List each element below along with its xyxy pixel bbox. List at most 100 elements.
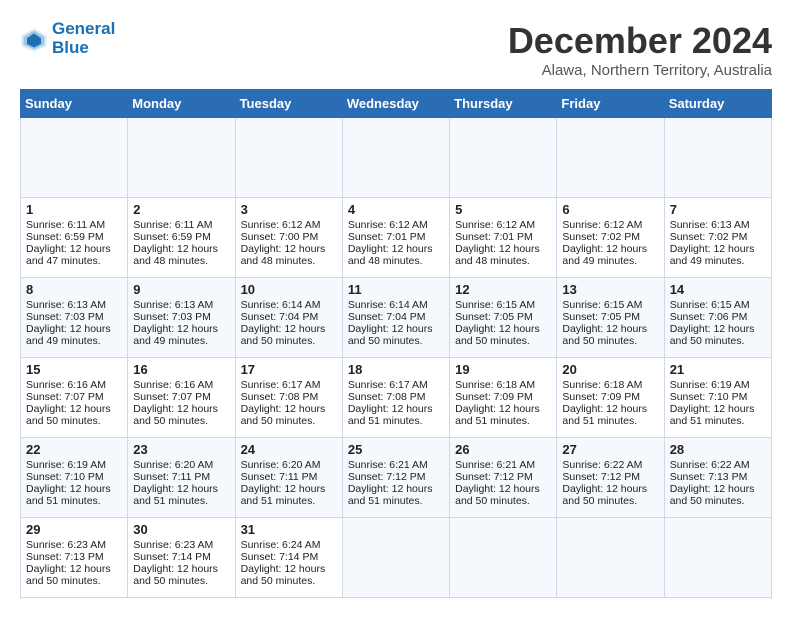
sunset-text: Sunset: 7:02 PM <box>562 231 640 243</box>
daylight-label: Daylight: 12 hours and 50 minutes. <box>562 483 647 507</box>
daylight-label: Daylight: 12 hours and 50 minutes. <box>133 563 218 587</box>
sunrise-text: Sunrise: 6:16 AM <box>133 379 213 391</box>
day-number: 2 <box>133 202 229 217</box>
day-number: 12 <box>455 282 551 297</box>
calendar-cell <box>450 118 557 198</box>
sunrise-text: Sunrise: 6:11 AM <box>26 219 105 231</box>
sunrise-text: Sunrise: 6:18 AM <box>455 379 535 391</box>
sunset-text: Sunset: 6:59 PM <box>26 231 104 243</box>
sunrise-text: Sunrise: 6:21 AM <box>455 459 535 471</box>
day-number: 9 <box>133 282 229 297</box>
calendar-cell: 26 Sunrise: 6:21 AMSunset: 7:12 PMDayligh… <box>450 438 557 518</box>
sunset-text: Sunset: 7:13 PM <box>670 471 748 483</box>
sunset-text: Sunset: 7:03 PM <box>26 311 104 323</box>
calendar-cell <box>21 118 128 198</box>
daylight-label: Daylight: 12 hours and 50 minutes. <box>133 403 218 427</box>
sunrise-text: Sunrise: 6:12 AM <box>562 219 642 231</box>
daylight-label: Daylight: 12 hours and 49 minutes. <box>670 243 755 267</box>
sunset-text: Sunset: 7:05 PM <box>562 311 640 323</box>
page-header: General Blue December 2024 Alawa, Northe… <box>20 20 772 79</box>
daylight-label: Daylight: 12 hours and 50 minutes. <box>241 403 326 427</box>
calendar-cell: 10Sunrise: 6:14 AMSunset: 7:04 PMDayligh… <box>235 278 342 358</box>
calendar-cell: 8Sunrise: 6:13 AMSunset: 7:03 PMDaylight… <box>21 278 128 358</box>
calendar-cell: 14Sunrise: 6:15 AMSunset: 7:06 PMDayligh… <box>664 278 771 358</box>
calendar-cell: 6Sunrise: 6:12 AMSunset: 7:02 PMDaylight… <box>557 198 664 278</box>
calendar-cell: 17Sunrise: 6:17 AMSunset: 7:08 PMDayligh… <box>235 358 342 438</box>
daylight-label: Daylight: 12 hours and 47 minutes. <box>26 243 111 267</box>
title-area: December 2024 Alawa, Northern Territory,… <box>508 20 772 79</box>
calendar-cell: 13 Sunrise: 6:15 AMSunset: 7:05 PMDayligh… <box>557 278 664 358</box>
calendar-cell: 2Sunrise: 6:11 AMSunset: 6:59 PMDaylight… <box>128 198 235 278</box>
calendar-title: December 2024 <box>508 20 772 62</box>
sunset-text: Sunset: 7:07 PM <box>133 391 211 403</box>
daylight-label: Daylight: 12 hours and 50 minutes. <box>562 323 647 347</box>
day-number: 16 <box>133 362 229 377</box>
sunset-text: Sunset: 7:08 PM <box>348 391 426 403</box>
sunset-text: Sunset: 7:08 PM <box>241 391 319 403</box>
calendar-week-0 <box>21 118 772 198</box>
day-number: 17 <box>241 362 337 377</box>
sunrise-text: Sunrise: 6:15 AM <box>562 299 642 311</box>
logo: General Blue <box>20 20 115 57</box>
calendar-cell: 5Sunrise: 6:12 AMSunset: 7:01 PMDaylight… <box>450 198 557 278</box>
daylight-label: Daylight: 12 hours and 50 minutes. <box>26 403 111 427</box>
day-number: 13 <box>562 282 658 297</box>
header-tuesday: Tuesday <box>235 90 342 118</box>
calendar-subtitle: Alawa, Northern Territory, Australia <box>508 62 772 79</box>
day-number: 30 <box>133 522 229 537</box>
daylight-label: Daylight: 12 hours and 50 minutes. <box>241 323 326 347</box>
day-number: 25 <box>348 442 444 457</box>
sunset-text: Sunset: 7:13 PM <box>26 551 104 563</box>
sunrise-text: Sunrise: 6:13 AM <box>133 299 213 311</box>
sunset-text: Sunset: 7:01 PM <box>348 231 426 243</box>
sunrise-text: Sunrise: 6:21 AM <box>348 459 428 471</box>
calendar-cell: 1Sunrise: 6:11 AMSunset: 6:59 PMDaylight… <box>21 198 128 278</box>
daylight-label: Daylight: 12 hours and 50 minutes. <box>670 323 755 347</box>
calendar-cell: 27Sunrise: 6:22 AMSunset: 7:12 PMDayligh… <box>557 438 664 518</box>
daylight-label: Daylight: 12 hours and 49 minutes. <box>26 323 111 347</box>
day-number: 5 <box>455 202 551 217</box>
sunrise-text: Sunrise: 6:24 AM <box>241 539 321 551</box>
calendar-cell: 7Sunrise: 6:13 AMSunset: 7:02 PMDaylight… <box>664 198 771 278</box>
calendar-cell: 28Sunrise: 6:22 AMSunset: 7:13 PMDayligh… <box>664 438 771 518</box>
calendar-cell: 9Sunrise: 6:13 AMSunset: 7:03 PMDaylight… <box>128 278 235 358</box>
calendar-week-2: 8Sunrise: 6:13 AMSunset: 7:03 PMDaylight… <box>21 278 772 358</box>
sunset-text: Sunset: 7:05 PM <box>455 311 533 323</box>
sunrise-text: Sunrise: 6:12 AM <box>455 219 535 231</box>
sunset-text: Sunset: 7:12 PM <box>348 471 426 483</box>
calendar-cell <box>664 118 771 198</box>
calendar-cell <box>128 118 235 198</box>
sunrise-text: Sunrise: 6:13 AM <box>26 299 106 311</box>
header-monday: Monday <box>128 90 235 118</box>
calendar-cell: 18Sunrise: 6:17 AMSunset: 7:08 PMDayligh… <box>342 358 449 438</box>
sunrise-text: Sunrise: 6:13 AM <box>670 219 750 231</box>
sunset-text: Sunset: 7:01 PM <box>455 231 533 243</box>
sunrise-text: Sunrise: 6:18 AM <box>562 379 642 391</box>
day-number: 22 <box>26 442 122 457</box>
daylight-label: Daylight: 12 hours and 50 minutes. <box>455 483 540 507</box>
calendar-cell: 4Sunrise: 6:12 AMSunset: 7:01 PMDaylight… <box>342 198 449 278</box>
calendar-cell: 29Sunrise: 6:23 AMSunset: 7:13 PMDayligh… <box>21 518 128 598</box>
sunset-text: Sunset: 7:12 PM <box>455 471 533 483</box>
calendar-week-3: 15Sunrise: 6:16 AMSunset: 7:07 PMDayligh… <box>21 358 772 438</box>
day-number: 4 <box>348 202 444 217</box>
header-row: Sunday Monday Tuesday Wednesday Thursday… <box>21 90 772 118</box>
header-thursday: Thursday <box>450 90 557 118</box>
day-number: 10 <box>241 282 337 297</box>
daylight-label: Daylight: 12 hours and 51 minutes. <box>241 483 326 507</box>
day-number: 26 <box>455 442 551 457</box>
calendar-cell: 30Sunrise: 6:23 AMSunset: 7:14 PMDayligh… <box>128 518 235 598</box>
day-number: 24 <box>241 442 337 457</box>
sunrise-text: Sunrise: 6:19 AM <box>670 379 750 391</box>
calendar-cell <box>450 518 557 598</box>
sunset-text: Sunset: 7:04 PM <box>241 311 319 323</box>
day-number: 21 <box>670 362 766 377</box>
daylight-label: Daylight: 12 hours and 49 minutes. <box>133 323 218 347</box>
sunrise-text: Sunrise: 6:12 AM <box>241 219 321 231</box>
calendar-cell: 23Sunrise: 6:20 AMSunset: 7:11 PMDayligh… <box>128 438 235 518</box>
calendar-cell <box>557 518 664 598</box>
sunrise-text: Sunrise: 6:22 AM <box>670 459 750 471</box>
sunset-text: Sunset: 7:04 PM <box>348 311 426 323</box>
daylight-label: Daylight: 12 hours and 51 minutes. <box>348 483 433 507</box>
sunset-text: Sunset: 7:14 PM <box>133 551 211 563</box>
